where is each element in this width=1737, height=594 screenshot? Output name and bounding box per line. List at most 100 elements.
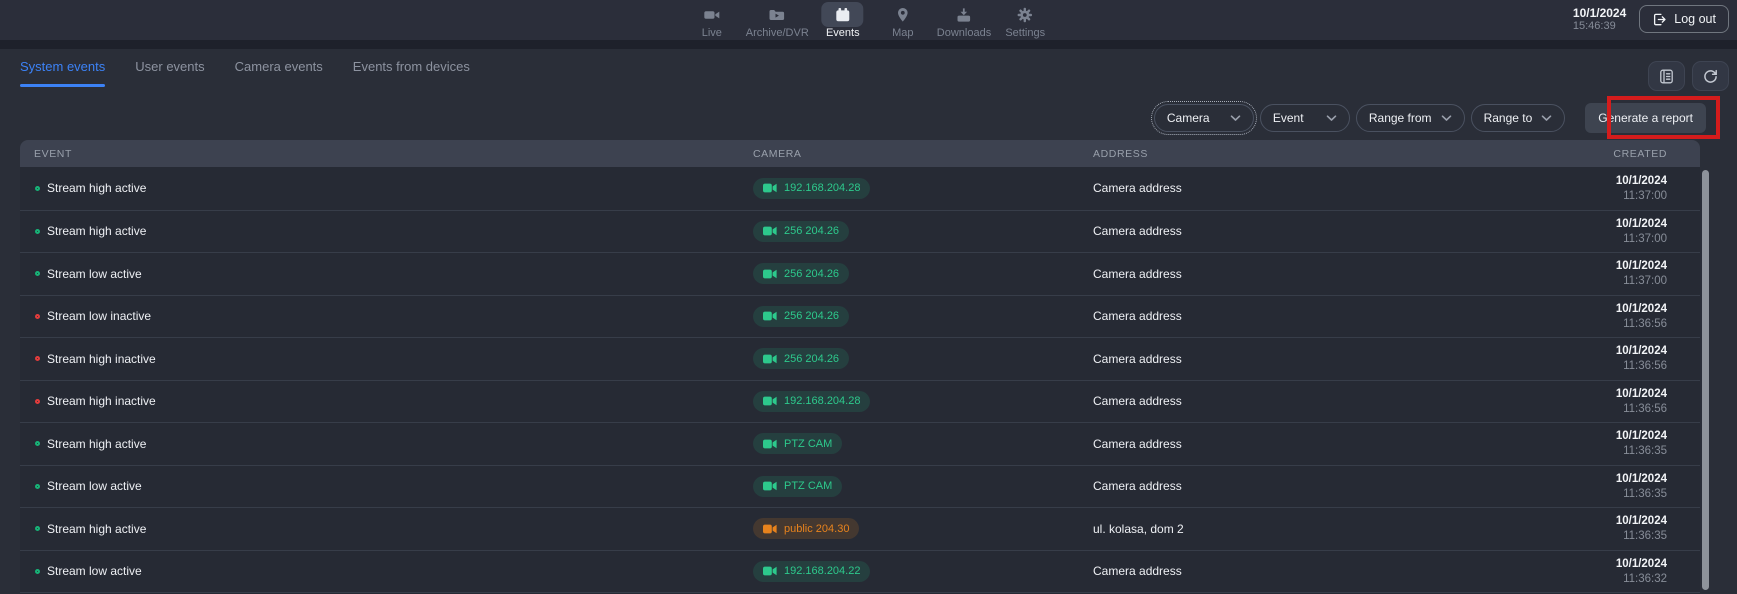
event-status-icon — [35, 271, 40, 276]
camera-address: Camera address — [1093, 224, 1450, 238]
vertical-scrollbar[interactable] — [1702, 170, 1709, 590]
table-row[interactable]: Stream low active PTZ CAM Camera address… — [20, 465, 1700, 508]
camera-icon — [763, 269, 777, 279]
camera-badge[interactable]: 192.168.204.28 — [753, 391, 870, 412]
created-time: 11:36:35 — [1450, 487, 1667, 501]
range-from-dropdown[interactable]: Range from — [1356, 104, 1465, 132]
top-bar: Live Archive/DVR Events Map — [0, 0, 1737, 40]
camera-badge[interactable]: 192.168.204.22 — [753, 561, 870, 582]
app-window: Live Archive/DVR Events Map — [0, 0, 1737, 594]
event-status-icon — [35, 526, 40, 531]
system-datetime: 10/1/2024 15:46:39 — [1573, 6, 1626, 33]
created-date: 10/1/2024 — [1450, 429, 1667, 444]
camera-address: Camera address — [1093, 394, 1450, 408]
camera-name: 192.168.204.28 — [784, 395, 860, 407]
created-date: 10/1/2024 — [1450, 259, 1667, 274]
tab-events-from-devices[interactable]: Events from devices — [353, 59, 470, 87]
camera-filter-dropdown[interactable]: Camera — [1154, 104, 1254, 132]
tab-user-events[interactable]: User events — [135, 59, 204, 87]
camera-badge[interactable]: 256 204.26 — [753, 348, 849, 369]
created-time: 11:37:00 — [1450, 232, 1667, 246]
nav-label: Settings — [1005, 27, 1045, 39]
tab-system-events[interactable]: System events — [20, 59, 105, 87]
created-date: 10/1/2024 — [1450, 344, 1667, 359]
camera-badge[interactable]: PTZ CAM — [753, 433, 842, 454]
camera-icon — [763, 481, 777, 491]
gear-icon — [1004, 2, 1046, 27]
table-row[interactable]: Stream high inactive 256 204.26 Camera a… — [20, 337, 1700, 380]
nav-item-downloads[interactable]: Downloads — [937, 2, 991, 39]
camera-badge[interactable]: 256 204.26 — [753, 263, 849, 284]
event-name: Stream low inactive — [47, 309, 151, 323]
nav-item-archive-dvr[interactable]: Archive/DVR — [746, 2, 809, 39]
event-status-icon — [35, 441, 40, 446]
range-to-label: Range to — [1484, 111, 1533, 125]
tab-label: System events — [20, 59, 105, 74]
table-row[interactable]: Stream high inactive 192.168.204.28 Came… — [20, 380, 1700, 423]
range-from-label: Range from — [1369, 111, 1432, 125]
camera-name: 256 204.26 — [784, 225, 839, 237]
header-event: EVENT — [20, 148, 753, 160]
camera-address: Camera address — [1093, 309, 1450, 323]
tab-camera-events[interactable]: Camera events — [235, 59, 323, 87]
table-row[interactable]: Stream low active 192.168.204.22 Camera … — [20, 550, 1700, 593]
table-body: Stream high active 192.168.204.28 Camera… — [20, 167, 1700, 593]
camera-name: 256 204.26 — [784, 268, 839, 280]
camera-address: Camera address — [1093, 479, 1450, 493]
tab-label: Events from devices — [353, 59, 470, 74]
logout-label: Log out — [1674, 12, 1716, 26]
generate-report-button[interactable]: Generate a report — [1585, 103, 1706, 133]
camera-badge[interactable]: 256 204.26 — [753, 221, 849, 242]
camera-badge[interactable]: PTZ CAM — [753, 476, 842, 497]
nav-item-settings[interactable]: Settings — [999, 2, 1051, 39]
created-time: 11:36:56 — [1450, 317, 1667, 331]
camera-badge[interactable]: public 204.30 — [753, 518, 859, 539]
refresh-button[interactable] — [1692, 61, 1729, 91]
event-status-icon — [35, 186, 40, 191]
camera-icon — [763, 183, 777, 193]
event-name: Stream low active — [47, 479, 142, 493]
created-date: 10/1/2024 — [1450, 557, 1667, 572]
download-tray-icon — [943, 2, 985, 27]
table-row[interactable]: Stream low active 256 204.26 Camera addr… — [20, 252, 1700, 295]
table-row[interactable]: Stream high active 256 204.26 Camera add… — [20, 210, 1700, 253]
table-row[interactable]: Stream high active public 204.30 ul. kol… — [20, 507, 1700, 550]
nav-label: Map — [892, 27, 913, 39]
camera-address: ul. kolasa, dom 2 — [1093, 522, 1450, 536]
event-name: Stream high active — [47, 181, 146, 195]
nav-item-live[interactable]: Live — [686, 2, 738, 39]
header-address: ADDRESS — [1093, 148, 1450, 160]
event-status-icon — [35, 314, 40, 319]
chevron-down-icon — [1326, 115, 1337, 122]
camera-address: Camera address — [1093, 437, 1450, 451]
camera-icon — [763, 311, 777, 321]
event-status-icon — [35, 229, 40, 234]
nav-item-map[interactable]: Map — [877, 2, 929, 39]
chevron-down-icon — [1230, 115, 1241, 122]
report-view-button[interactable] — [1648, 61, 1685, 91]
event-name: Stream high inactive — [47, 394, 156, 408]
table-row[interactable]: Stream high active PTZ CAM Camera addres… — [20, 422, 1700, 465]
event-status-icon — [35, 356, 40, 361]
nav-label: Downloads — [937, 27, 991, 39]
created-date: 10/1/2024 — [1450, 174, 1667, 189]
event-filter-dropdown[interactable]: Event — [1260, 104, 1350, 132]
range-to-dropdown[interactable]: Range to — [1471, 104, 1566, 132]
nav-item-events[interactable]: Events — [817, 2, 869, 39]
created-time: 11:36:56 — [1450, 402, 1667, 416]
events-icon — [822, 2, 864, 27]
table-row[interactable]: Stream low inactive 256 204.26 Camera ad… — [20, 295, 1700, 338]
chevron-down-icon — [1441, 115, 1452, 122]
logout-icon — [1652, 12, 1667, 27]
map-pin-icon — [882, 2, 924, 27]
chevron-down-icon — [1541, 115, 1552, 122]
created-time: 11:36:35 — [1450, 529, 1667, 543]
nav-label: Events — [826, 27, 860, 39]
event-filter-label: Event — [1273, 111, 1304, 125]
camera-badge[interactable]: 192.168.204.28 — [753, 178, 870, 199]
logout-button[interactable]: Log out — [1639, 5, 1729, 33]
created-date: 10/1/2024 — [1450, 387, 1667, 402]
camera-badge[interactable]: 256 204.26 — [753, 306, 849, 327]
created-date: 10/1/2024 — [1450, 217, 1667, 232]
table-row[interactable]: Stream high active 192.168.204.28 Camera… — [20, 167, 1700, 210]
